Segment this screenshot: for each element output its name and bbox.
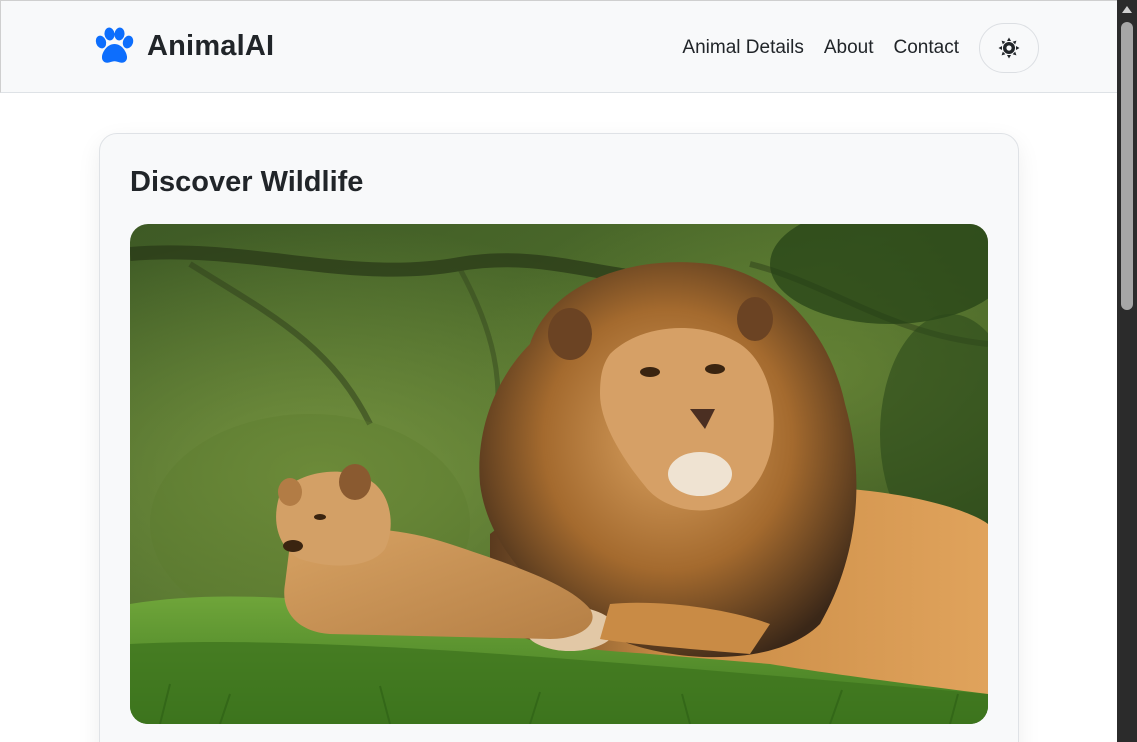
nav-links: Animal Details About Contact: [682, 21, 1039, 75]
discover-card: Discover Wildlife: [99, 133, 1019, 742]
vertical-scrollbar[interactable]: [1117, 0, 1137, 742]
card-title: Discover Wildlife: [130, 166, 364, 198]
theme-toggle-button[interactable]: [979, 23, 1039, 73]
nav-link-contact[interactable]: Contact: [894, 37, 959, 59]
brand-name: AnimalAI: [147, 29, 275, 62]
paw-icon: [95, 27, 134, 63]
scroll-up-arrow-icon[interactable]: [1117, 0, 1137, 18]
scrollbar-thumb[interactable]: [1121, 22, 1133, 310]
brand-link[interactable]: AnimalAI: [93, 27, 274, 65]
navbar: AnimalAI Animal Details About Contact: [0, 0, 1117, 93]
page: AnimalAI Animal Details About Contact Di…: [0, 0, 1137, 742]
hero-image: [130, 224, 988, 724]
nav-link-animal-details[interactable]: Animal Details: [682, 37, 803, 59]
nav-link-about[interactable]: About: [824, 37, 874, 59]
sun-icon: [998, 37, 1020, 59]
